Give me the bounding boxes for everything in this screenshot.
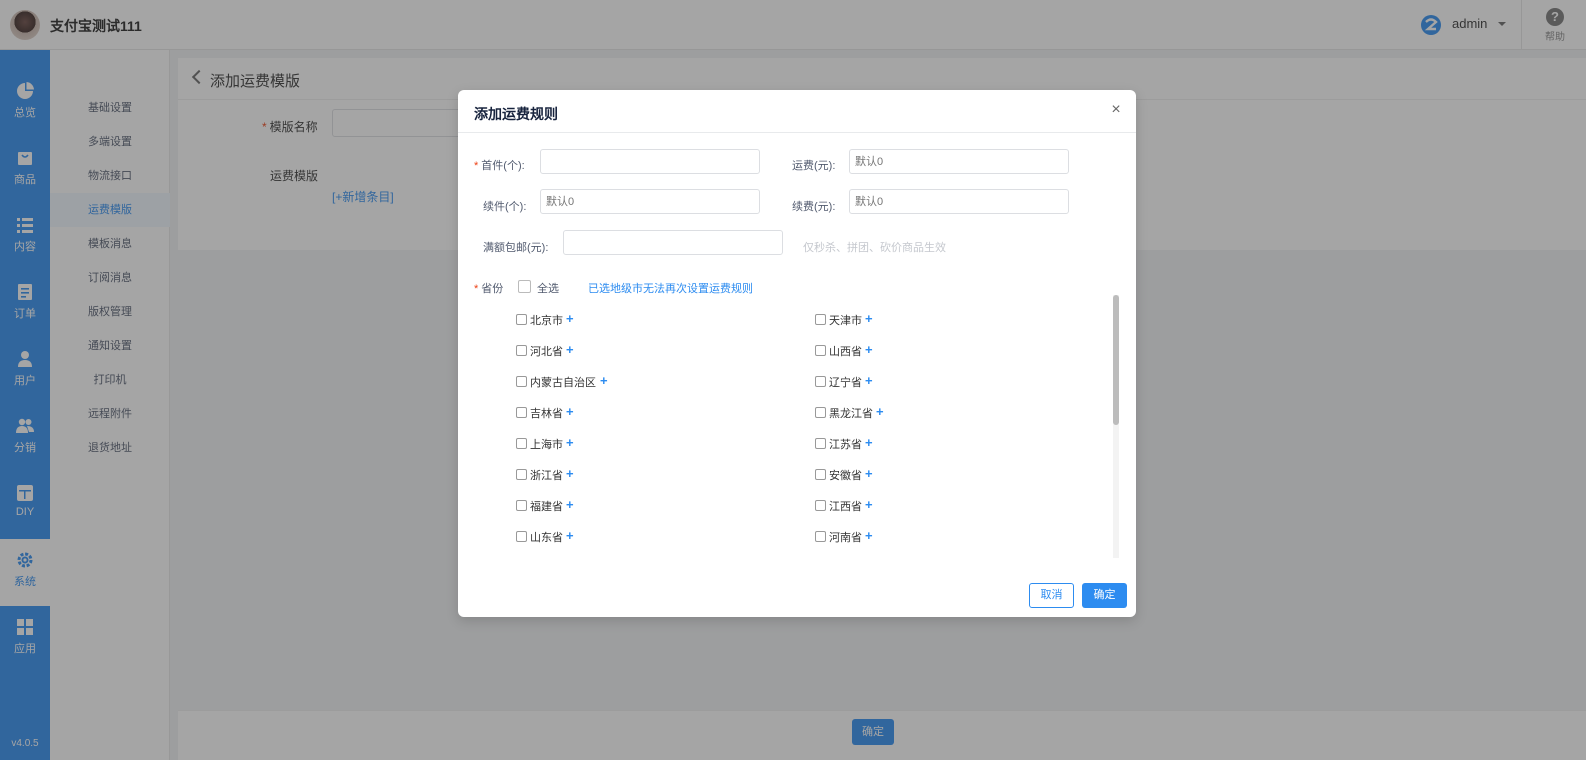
freight-label: 运费(元): (792, 160, 836, 172)
province-checkbox[interactable] (815, 407, 826, 418)
plus-icon[interactable]: + (865, 373, 873, 388)
province-label: * 省份 (474, 283, 504, 295)
region-note: 已选地级市无法再次设置运费规则 (588, 283, 753, 295)
province-checkbox[interactable] (815, 438, 826, 449)
plus-icon[interactable]: + (865, 435, 873, 450)
next-piece-label: 续件(个): (483, 201, 527, 213)
plus-icon[interactable]: + (566, 528, 574, 543)
plus-icon[interactable]: + (566, 497, 574, 512)
next-fee-input[interactable] (849, 189, 1069, 214)
plus-icon[interactable]: + (600, 373, 608, 388)
plus-icon[interactable]: + (865, 311, 873, 326)
required-mark: * (474, 160, 479, 172)
province-checkbox[interactable] (516, 376, 527, 387)
plus-icon[interactable]: + (566, 342, 574, 357)
close-icon[interactable]: × (1108, 102, 1124, 118)
select-all-checkbox[interactable] (518, 280, 531, 293)
free-shipping-label: 满额包邮(元): (483, 242, 549, 254)
province-checkbox[interactable] (516, 407, 527, 418)
province-checkbox[interactable] (815, 469, 826, 480)
plus-icon[interactable]: + (566, 404, 574, 419)
plus-icon[interactable]: + (566, 466, 574, 481)
modal-title: 添加运费规则 (474, 106, 558, 122)
first-piece-label: * 首件(个): (474, 160, 525, 172)
next-piece-input[interactable] (540, 189, 760, 214)
province-checkbox[interactable] (516, 500, 527, 511)
province-checkbox[interactable] (815, 345, 826, 356)
province-checkbox[interactable] (516, 314, 527, 325)
first-piece-input[interactable] (540, 149, 760, 174)
province-checkbox[interactable] (815, 314, 826, 325)
plus-icon[interactable]: + (566, 311, 574, 326)
province-checkbox[interactable] (516, 345, 527, 356)
plus-icon[interactable]: + (865, 497, 873, 512)
plus-icon[interactable]: + (566, 435, 574, 450)
scrollbar-thumb[interactable] (1113, 295, 1119, 425)
plus-icon[interactable]: + (865, 528, 873, 543)
required-mark: * (474, 283, 479, 295)
free-shipping-input[interactable] (563, 230, 783, 255)
next-fee-label: 续费(元): (792, 201, 836, 213)
free-shipping-tip: 仅秒杀、拼团、砍价商品生效 (803, 242, 946, 254)
cancel-button[interactable]: 取消 (1029, 583, 1074, 608)
plus-icon[interactable]: + (865, 342, 873, 357)
province-checkbox[interactable] (815, 376, 826, 387)
province-checkbox[interactable] (516, 438, 527, 449)
province-checkbox[interactable] (815, 500, 826, 511)
select-all-label[interactable]: 全选 (537, 280, 559, 296)
plus-icon[interactable]: + (876, 404, 884, 419)
plus-icon[interactable]: + (865, 466, 873, 481)
province-checkbox[interactable] (815, 531, 826, 542)
province-checkbox[interactable] (516, 469, 527, 480)
freight-input[interactable] (849, 149, 1069, 174)
province-list[interactable]: 北京市 + 天津市 + 河北省 + 山西省 + 内蒙古自治区 + 辽宁省 + 吉林省 + 黑龙… (458, 295, 1120, 558)
modal-header: 添加运费规则 × (458, 90, 1136, 133)
province-checkbox[interactable] (516, 531, 527, 542)
freight-rule-modal: 添加运费规则 × *首件(个): 运费(元): 续件(个): 续费(元): 满额… (458, 90, 1136, 617)
ok-button[interactable]: 确定 (1082, 583, 1127, 608)
